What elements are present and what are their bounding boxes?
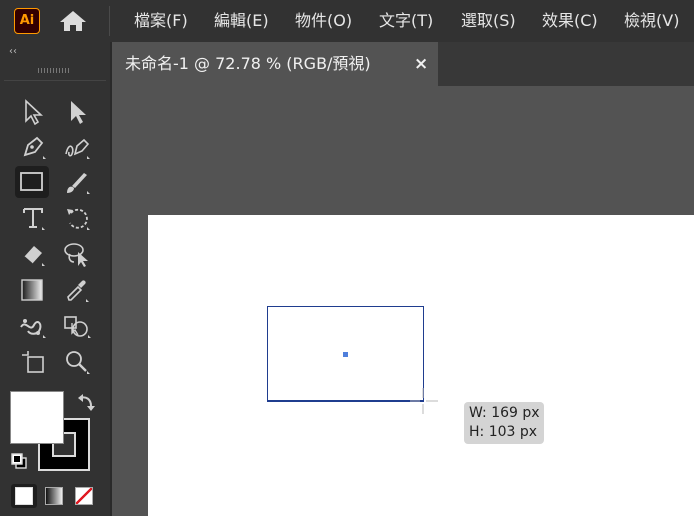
home-icon[interactable] xyxy=(58,9,88,33)
tooltip-width: W: 169 px xyxy=(469,405,540,421)
menu-file[interactable]: 檔案(F) xyxy=(134,10,188,32)
menu-divider xyxy=(109,6,110,36)
document-tab-title: 未命名-1 @ 72.78 % (RGB/預視) xyxy=(125,54,371,73)
tooltip-height: H: 103 px xyxy=(469,424,538,440)
menu-edit[interactable]: 編輯(E) xyxy=(214,10,269,32)
gradient-icon xyxy=(45,487,63,505)
menu-effect[interactable]: 效果(C) xyxy=(542,10,598,32)
gradient-mode-button[interactable] xyxy=(41,484,67,508)
menu-type[interactable]: 文字(T) xyxy=(379,10,433,32)
paintbrush-tool-icon[interactable] xyxy=(60,166,94,198)
close-icon[interactable]: × xyxy=(414,53,428,75)
color-icon xyxy=(15,487,33,505)
menu-view[interactable]: 檢視(V) xyxy=(624,10,679,32)
type-tool-icon[interactable] xyxy=(16,202,50,234)
rotate-tool-icon[interactable] xyxy=(60,202,94,234)
document-tab-bar: 未命名-1 @ 72.78 % (RGB/預視) × xyxy=(112,42,694,86)
rectangle-tool-icon[interactable] xyxy=(15,166,49,198)
pen-tool-icon[interactable] xyxy=(16,131,50,163)
eraser-tool-icon[interactable] xyxy=(16,238,50,270)
artboard-tool-icon[interactable] xyxy=(16,346,50,378)
lasso-tool-icon[interactable] xyxy=(60,238,94,270)
none-mode-button[interactable] xyxy=(71,484,97,508)
document-tab[interactable]: 未命名-1 @ 72.78 % (RGB/預視) × xyxy=(112,42,438,86)
swap-fill-stroke-icon[interactable] xyxy=(76,392,96,412)
gradient-tool-icon[interactable] xyxy=(16,274,50,306)
menu-object[interactable]: 物件(O) xyxy=(295,10,352,32)
curvature-tool-icon[interactable] xyxy=(60,131,94,163)
fill-swatch[interactable] xyxy=(10,391,64,444)
panel-divider xyxy=(110,42,112,516)
direct-selection-tool-icon[interactable] xyxy=(60,96,94,128)
crosshair-cursor-icon xyxy=(408,388,438,414)
menu-bar: Ai 檔案(F) 編輯(E) 物件(O) 文字(T) 選取(S) 效果(C) 檢… xyxy=(0,0,694,42)
zoom-tool-icon[interactable] xyxy=(60,346,94,378)
default-fill-stroke-icon[interactable] xyxy=(10,452,28,470)
center-point xyxy=(343,352,348,357)
puppet-warp-tool-icon[interactable] xyxy=(16,310,50,342)
color-mode-button[interactable] xyxy=(11,484,37,508)
menu-select[interactable]: 選取(S) xyxy=(461,10,516,32)
panel-separator xyxy=(4,80,106,81)
app-logo: Ai xyxy=(14,8,40,34)
eyedropper-tool-icon[interactable] xyxy=(60,274,94,306)
shape-builder-tool-icon[interactable] xyxy=(60,310,94,342)
collapse-panel-icon[interactable]: ‹‹ xyxy=(9,47,17,57)
panel-grip[interactable] xyxy=(38,68,70,73)
none-icon xyxy=(75,487,93,505)
selection-tool-icon[interactable] xyxy=(16,96,50,128)
dimension-tooltip: W: 169 px H: 103 px xyxy=(464,402,544,444)
